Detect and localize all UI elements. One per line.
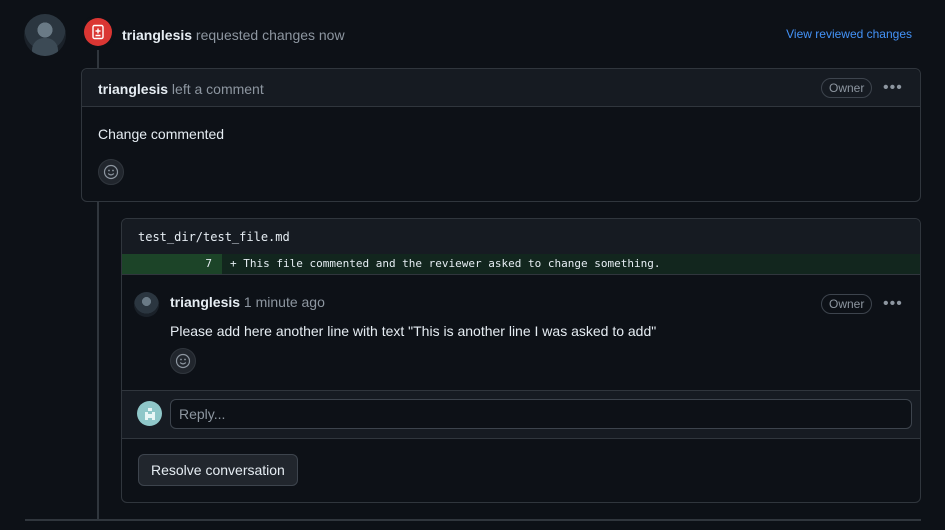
view-reviewed-changes-link[interactable]: View reviewed changes xyxy=(786,27,912,41)
comment-body: Change commented xyxy=(98,126,225,142)
review-action: requested changes now xyxy=(195,27,345,43)
comment-header: trianglesis left a comment Owner ••• xyxy=(82,69,920,107)
current-user-avatar xyxy=(137,401,162,426)
changes-requested-badge xyxy=(84,18,112,46)
thread-comment-avatar[interactable] xyxy=(134,292,159,317)
file-path[interactable]: test_dir/test_file.md xyxy=(138,230,290,244)
diff-file-header: test_dir/test_file.md xyxy=(122,219,920,255)
reply-input[interactable] xyxy=(170,399,912,429)
comment-author-line: trianglesis left a comment xyxy=(98,81,264,97)
diff-added-line: 7 + This file commented and the reviewer… xyxy=(122,254,920,274)
reply-area xyxy=(122,391,920,439)
review-thread-box: test_dir/test_file.md 7 + This file comm… xyxy=(121,218,921,503)
diff-line-number: 7 xyxy=(122,254,222,274)
diff-separator xyxy=(122,274,920,275)
reviewer-avatar[interactable] xyxy=(24,14,66,56)
comment-action: left a comment xyxy=(171,81,264,97)
smiley-icon xyxy=(103,164,119,180)
owner-badge: Owner xyxy=(821,78,873,98)
thread-comment-author[interactable]: trianglesis xyxy=(170,294,240,310)
file-diff-icon xyxy=(92,24,104,40)
more-options-icon[interactable]: ••• xyxy=(883,80,903,97)
resolve-conversation-button[interactable]: Resolve conversation xyxy=(138,454,298,486)
identicon-icon xyxy=(144,407,155,420)
thread-comment-author-line: trianglesis 1 minute ago xyxy=(170,294,325,310)
thread-add-reaction-button[interactable] xyxy=(170,348,196,374)
comment-author[interactable]: trianglesis xyxy=(98,81,168,97)
add-reaction-button[interactable] xyxy=(98,159,124,185)
smiley-icon xyxy=(175,353,191,369)
reviewer-name[interactable]: trianglesis xyxy=(122,27,192,43)
bottom-divider xyxy=(25,519,921,521)
review-comment-box: trianglesis left a comment Owner ••• Cha… xyxy=(81,68,921,202)
thread-comment-time[interactable]: 1 minute ago xyxy=(244,294,325,310)
review-header: trianglesis requested changes now xyxy=(122,27,345,43)
reply-bottom-separator xyxy=(122,438,920,439)
thread-owner-badge: Owner xyxy=(821,294,873,314)
thread-comment-body: Please add here another line with text "… xyxy=(170,323,657,339)
thread-more-options-icon[interactable]: ••• xyxy=(883,296,903,313)
diff-line-code: + This file commented and the reviewer a… xyxy=(230,257,661,270)
